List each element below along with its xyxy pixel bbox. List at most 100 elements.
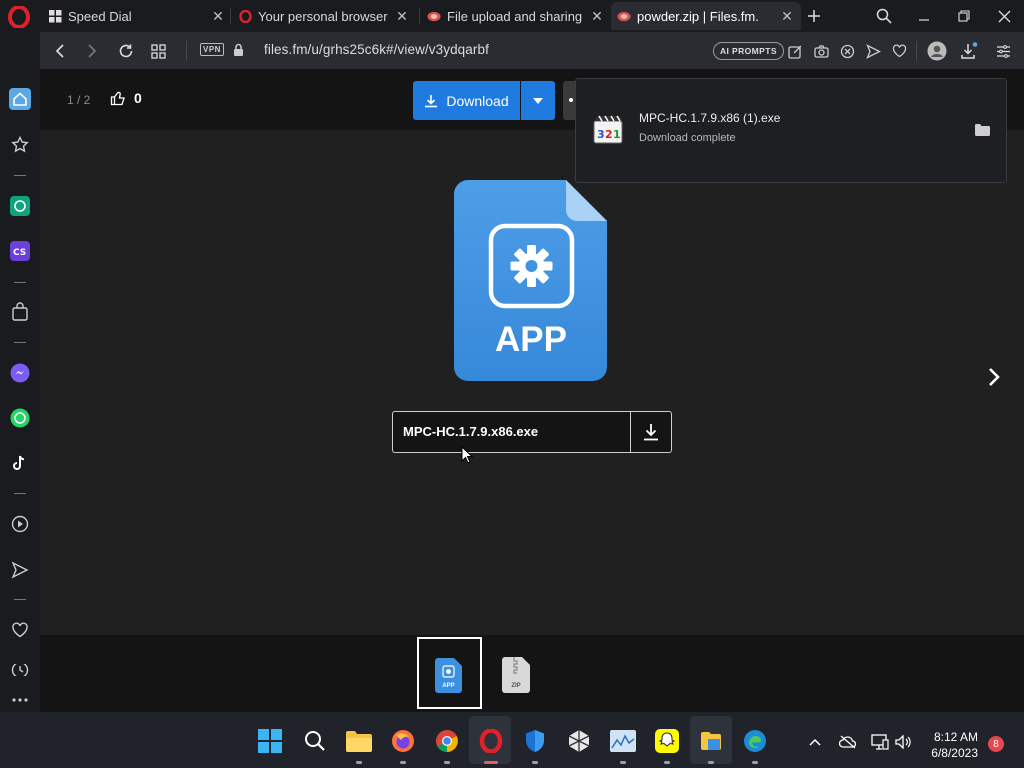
sidebar-item-player[interactable] [9,513,31,535]
reload-button[interactable] [115,40,137,62]
notification-badge[interactable]: 8 [988,736,1004,752]
sidebar-divider [14,493,26,494]
adblock-button[interactable] [836,40,858,62]
snapchat-button[interactable] [654,728,680,754]
tabs-overview-button[interactable] [147,40,169,62]
lock-icon[interactable] [233,43,244,57]
chrome-icon [436,730,458,752]
close-icon[interactable]: ✕ [589,8,605,24]
shield-icon [526,730,544,752]
taskbar-search-button[interactable] [302,728,328,754]
messenger-icon [10,363,30,383]
folder-icon [346,731,372,752]
sidebar-item-pinboards[interactable] [9,134,31,156]
opera-icon [238,9,252,23]
sidebar-item-tiktok[interactable] [9,452,31,474]
next-file-button[interactable] [987,367,1001,387]
mpc-hc-icon: 3 2 1 [593,115,623,144]
close-icon[interactable]: ✕ [779,8,795,24]
tab-title: Speed Dial [68,8,132,24]
file-download-button[interactable] [630,412,671,452]
download-button-label: Download [446,92,509,109]
tab-title: Your personal browser is a [258,8,388,24]
adblock-icon [840,44,854,58]
download-options-button[interactable] [521,81,555,120]
sidebar-item-flow[interactable] [9,559,31,581]
file-explorer-button[interactable] [346,728,372,754]
sidebar-item-home[interactable] [9,88,31,110]
taskbar-clock[interactable]: 8:12 AM 6/8/2023 [922,729,978,761]
sidebar-item-chatsonic[interactable]: CS [9,240,31,262]
sidebar-item-chatgpt[interactable] [9,195,31,217]
opera-logo-icon[interactable] [8,6,30,28]
like-button[interactable]: 0 [110,90,142,106]
sidebar-divider [14,342,26,343]
sidebar-item-shopping[interactable] [9,301,31,323]
sidebar-item-messenger[interactable] [9,362,31,384]
snapchat-icon [655,729,679,753]
my-flow-favorites-button[interactable] [888,40,910,62]
profile-button[interactable] [926,40,948,62]
sidebar-more-button[interactable] [9,689,31,711]
windows-start-icon [258,729,282,753]
flow-send-button[interactable] [862,40,884,62]
sidebar-item-whatsapp[interactable] [9,407,31,429]
sidebar-item-favorites[interactable] [9,619,31,641]
ai-prompts-button[interactable]: AI PROMPTS [713,42,784,60]
chrome-button[interactable] [434,728,460,754]
windows-security-button[interactable] [522,728,548,754]
opera-icon [479,729,503,753]
file-name-bar: MPC-HC.1.7.9.x86.exe [392,411,672,453]
bookmark-star-icon [11,136,29,153]
tab-divider [419,8,420,24]
caret-down-icon [533,97,543,104]
svg-text:3: 3 [597,128,605,141]
like-count: 0 [134,90,142,106]
download-button[interactable]: Download [413,81,520,120]
firefox-button[interactable] [390,728,416,754]
search-tabs-button[interactable] [869,4,899,28]
downloads-button[interactable] [958,40,980,62]
start-button[interactable] [257,728,283,754]
divider [186,41,187,61]
easy-setup-button[interactable] [784,40,806,62]
sidebar-item-history[interactable] [9,664,31,676]
minimize-button[interactable] [909,4,939,28]
close-icon[interactable]: ✕ [394,8,410,24]
close-icon[interactable]: ✕ [210,8,226,24]
cloud-offline-icon[interactable] [839,735,857,749]
camera-icon [813,44,829,58]
divider [916,41,917,61]
vpn-badge[interactable]: VPN [200,43,224,56]
easy-setup-menu-button[interactable] [992,40,1014,62]
task-manager-button[interactable] [610,728,636,754]
network-icon[interactable] [871,734,889,750]
chevron-up-icon[interactable] [809,738,821,746]
volume-icon[interactable] [895,735,911,749]
edge-button[interactable] [742,728,768,754]
app-file-thumb-icon: APP [435,658,462,693]
opera-taskbar-button[interactable] [478,728,504,754]
folder-icon[interactable] [975,124,990,136]
running-indicator [620,761,626,764]
forward-button[interactable] [81,40,103,62]
close-icon [998,10,1010,22]
zip-file-thumb-icon[interactable]: ZIP [502,657,530,693]
thumbnail-app-selected[interactable]: APP [417,637,482,709]
close-window-button[interactable] [989,4,1019,28]
tab-opera-personal[interactable]: Your personal browser is a ✕ [232,2,416,30]
reload-icon [119,44,133,58]
snapshot-button[interactable] [810,40,832,62]
heart-icon [12,622,28,638]
restore-button[interactable] [949,4,979,28]
back-button[interactable] [49,40,71,62]
url-field[interactable]: files.fm/u/grhs25c6k#/view/v3ydqarbf [264,42,489,57]
tab-powder-zip[interactable]: powder.zip | Files.fm. ✕ [611,2,801,30]
app-polygon-button[interactable] [566,728,592,754]
tab-speed-dial[interactable]: Speed Dial ✕ [42,2,232,30]
filesfm-icon [427,9,441,23]
tab-file-upload[interactable]: File upload and sharing. U ✕ [421,2,611,30]
file-upload-app-button[interactable] [698,728,724,754]
new-tab-button[interactable] [799,4,829,28]
downloaded-file-name[interactable]: MPC-HC.1.7.9.x86 (1).exe [639,111,780,125]
